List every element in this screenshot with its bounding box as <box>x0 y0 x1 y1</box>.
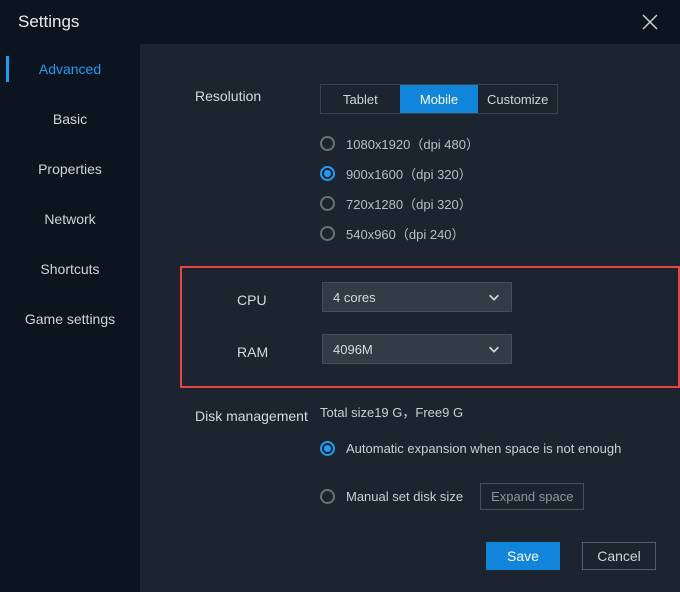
disk-auto-option[interactable]: Automatic expansion when space is not en… <box>320 433 660 463</box>
resolution-label: Resolution <box>140 82 320 104</box>
resolution-tab-mobile[interactable]: Mobile <box>400 85 479 113</box>
cpu-label: CPU <box>182 286 322 308</box>
resolution-options: 1080x1920（dpi 480） 900x1600（dpi 320） 720x1… <box>320 128 660 248</box>
resolution-option[interactable]: 720x1280（dpi 320） <box>320 188 660 218</box>
close-icon[interactable] <box>642 14 658 30</box>
disk-auto-label: Automatic expansion when space is not en… <box>346 441 621 456</box>
save-button[interactable]: Save <box>486 542 560 570</box>
page-title: Settings <box>18 12 79 32</box>
disk-label: Disk management <box>140 402 320 424</box>
resolution-option[interactable]: 540x960（dpi 240） <box>320 218 660 248</box>
resolution-tab-customize[interactable]: Customize <box>478 85 557 113</box>
sidebar-item-properties[interactable]: Properties <box>0 144 140 194</box>
sidebar-item-basic[interactable]: Basic <box>0 94 140 144</box>
radio-icon <box>320 136 335 151</box>
disk-manual-label: Manual set disk size <box>346 489 463 504</box>
expand-space-button[interactable]: Expand space <box>480 483 584 510</box>
cpu-select[interactable]: 4 cores <box>322 282 512 312</box>
radio-icon <box>320 226 335 241</box>
resolution-tabs: TabletMobileCustomize <box>320 84 558 114</box>
sidebar-item-label: Properties <box>38 161 102 177</box>
resolution-tab-tablet[interactable]: Tablet <box>321 85 400 113</box>
sidebar-item-label: Basic <box>53 111 87 127</box>
sidebar-item-game-settings[interactable]: Game settings <box>0 294 140 344</box>
radio-icon <box>320 441 335 456</box>
resolution-option[interactable]: 900x1600（dpi 320） <box>320 158 660 188</box>
radio-icon <box>320 489 335 504</box>
cpu-ram-highlight: CPU 4 cores RAM 4096M <box>180 266 680 388</box>
sidebar-item-shortcuts[interactable]: Shortcuts <box>0 244 140 294</box>
sidebar-item-label: Network <box>44 211 95 227</box>
resolution-option-label: 720x1280（dpi 320） <box>346 194 472 213</box>
ram-select[interactable]: 4096M <box>322 334 512 364</box>
resolution-option-label: 540x960（dpi 240） <box>346 224 465 243</box>
chevron-down-icon <box>487 290 501 304</box>
resolution-option-label: 1080x1920（dpi 480） <box>346 134 479 153</box>
resolution-option-label: 900x1600（dpi 320） <box>346 164 472 183</box>
sidebar: Advanced Basic Properties Network Shortcuts G… <box>0 44 140 592</box>
sidebar-item-network[interactable]: Network <box>0 194 140 244</box>
sidebar-item-label: Advanced <box>39 61 101 77</box>
sidebar-item-advanced[interactable]: Advanced <box>0 44 140 94</box>
settings-panel: Resolution TabletMobileCustomize 1080x19… <box>140 44 680 592</box>
radio-icon <box>320 196 335 211</box>
cpu-value: 4 cores <box>333 290 376 305</box>
cancel-button[interactable]: Cancel <box>582 542 656 570</box>
ram-value: 4096M <box>333 342 373 357</box>
sidebar-item-label: Game settings <box>25 311 115 327</box>
sidebar-item-label: Shortcuts <box>40 261 99 277</box>
resolution-option[interactable]: 1080x1920（dpi 480） <box>320 128 660 158</box>
chevron-down-icon <box>487 342 501 356</box>
radio-icon <box>320 166 335 181</box>
disk-manual-option[interactable]: Manual set disk size Expand space <box>320 481 660 511</box>
ram-label: RAM <box>182 338 322 360</box>
disk-info: Total size19 G，Free9 G <box>320 402 660 421</box>
